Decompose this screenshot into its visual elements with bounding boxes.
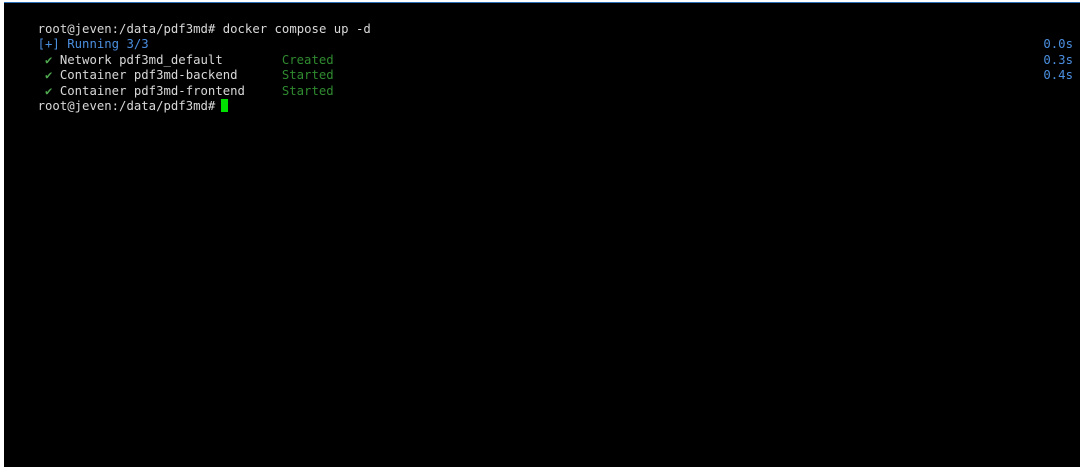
running-status-line: [+] Running 3/3 [8,22,1080,51]
shell-prompt: root@jeven:/data/pdf3md# [37,99,216,113]
block-cursor [221,99,229,112]
resource-row: ✔ Container pdf3md-frontend Started 0.4s [8,68,1080,98]
resource-row: ✔ Container pdf3md-backend Started 0.3s [8,52,1080,83]
command-line: root@jeven:/data/pdf3md# docker compose … [8,6,1080,36]
resource-elapsed: 0.3s [1043,52,1073,67]
resource-elapsed: 0.0s [1043,37,1073,51]
resource-elapsed: 0.4s [1043,68,1073,82]
terminal-window[interactable]: root@jeven:/data/pdf3md# docker compose … [4,2,1080,467]
prompt-line[interactable]: root@jeven:/data/pdf3md# [8,84,1080,113]
resource-row: ✔ Network pdf3md_default Created 0.0s [8,37,1080,67]
